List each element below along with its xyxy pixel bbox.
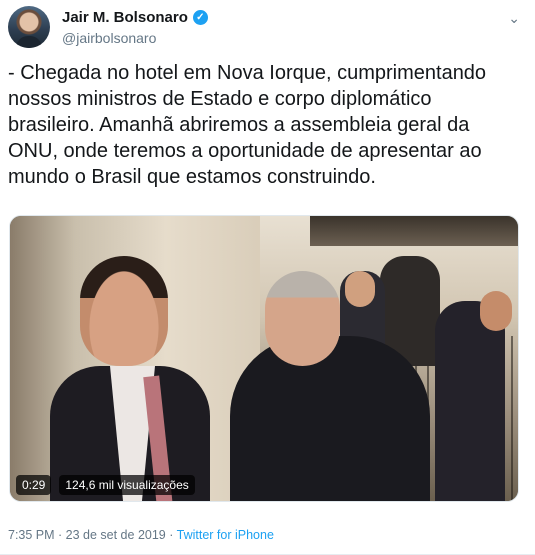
video-person-head xyxy=(265,271,340,366)
tweet-footer: 7:35 PM · 23 de set de 2019 · Twitter fo… xyxy=(8,528,274,542)
author-row[interactable]: Jair M. Bolsonaro ✓ xyxy=(62,9,208,26)
author-handle[interactable]: @jairbolsonaro xyxy=(62,30,156,46)
verified-badge-icon: ✓ xyxy=(192,10,208,25)
video-duration: 0:29 xyxy=(16,475,52,495)
video-info-overlay: 0:29 124,6 mil visualizações xyxy=(16,475,195,495)
tweet-timestamp[interactable]: 7:35 PM · 23 de set de 2019 · xyxy=(8,528,177,542)
video-person-head xyxy=(345,271,375,307)
video-person-head xyxy=(80,256,168,366)
tweet-text: - Chegada no hotel em Nova Iorque, cumpr… xyxy=(8,62,492,188)
chevron-down-icon[interactable]: ⌄ xyxy=(508,10,520,27)
avatar[interactable] xyxy=(8,6,50,48)
video-frame-ceiling xyxy=(310,216,518,246)
video-player[interactable]: 0:29 124,6 mil visualizações xyxy=(9,215,519,502)
video-person xyxy=(230,336,430,501)
video-view-count: 124,6 mil visualizações xyxy=(59,475,195,495)
tweet-source-link[interactable]: Twitter for iPhone xyxy=(177,528,274,542)
video-person-head xyxy=(480,291,512,331)
video-person xyxy=(435,301,505,501)
tweet-header: Jair M. Bolsonaro ✓ @jairbolsonaro ⌄ xyxy=(8,4,528,48)
author-name[interactable]: Jair M. Bolsonaro xyxy=(62,9,188,26)
